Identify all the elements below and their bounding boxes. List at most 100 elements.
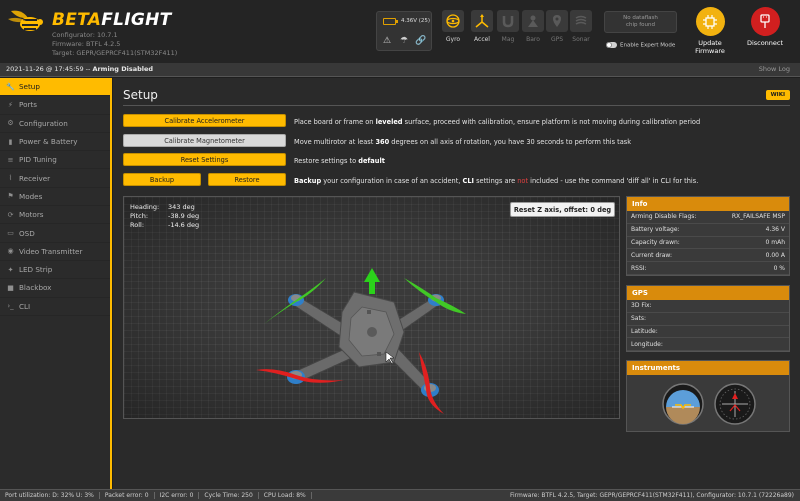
pitch-readout: Pitch: -38.9 deg — [130, 212, 200, 220]
battery-icon — [383, 18, 398, 25]
chip-icon — [695, 7, 725, 36]
battery-indicator: 4.36V (25) ⚠ ☂ 🔗 — [376, 11, 432, 51]
i2c-error: I2C error: 0 — [155, 492, 200, 499]
heading-readout: Heading: 343 deg — [130, 203, 195, 211]
update-firmware-button[interactable]: Update Firmware — [690, 7, 730, 55]
led-icon: ✦ — [7, 265, 14, 274]
configurator-version: Configurator: 10.7.1 — [52, 31, 118, 39]
sidebar-item-receiver[interactable]: ⌇ Receiver — [0, 169, 110, 188]
disconnect-button[interactable]: Disconnect — [745, 7, 785, 47]
info-row-battery-voltage: Battery voltage: 4.36 V — [627, 224, 789, 237]
firmware-version: Firmware: BTFL 4.2.5 — [52, 40, 121, 48]
calibrate-accelerometer-description: Place board or frame on leveled surface,… — [294, 118, 701, 126]
gps-panel: GPS 3D Fix: Sats: Latitude: Longitude: — [626, 285, 790, 353]
attitude-indicator-icon — [662, 383, 704, 425]
status-line: 2021-11-26 @ 17:45:59 -- Arming Disabled — [6, 65, 154, 73]
info-row-current-draw: Current draw: 0.00 A — [627, 249, 789, 263]
packet-error: Packet error: 0 — [100, 492, 155, 499]
cpu-load: CPU Load: 8% — [259, 492, 312, 499]
calibrate-accelerometer-button[interactable]: Calibrate Accelerometer — [123, 114, 286, 127]
sensor-gps: GPS — [545, 10, 569, 50]
gps-panel-title: GPS — [627, 286, 789, 300]
target-info: Target: GEPR/GEPRCF411(STM32F411) — [52, 49, 178, 57]
sidebar-item-video-transmitter[interactable]: ◉ Video Transmitter — [0, 243, 110, 261]
show-log-link[interactable]: Show Log — [759, 65, 790, 73]
pid-icon: ≡ — [7, 155, 14, 164]
instruments-panel: Instruments — [626, 360, 790, 432]
sidebar-item-pid-tuning[interactable]: ≡ PID Tuning — [0, 151, 110, 170]
sidebar-item-setup[interactable]: 🔧 Setup — [0, 78, 110, 97]
info-panel: Info Arming Disable Flags: RX_FAILSAFE MS… — [626, 196, 790, 276]
baro-icon — [522, 10, 544, 32]
warning-icon: ⚠ — [382, 36, 392, 46]
gear-icon: ⚙ — [7, 119, 14, 128]
gps-row-latitude: Latitude: — [627, 326, 789, 339]
header: BETAFLIGHT Configurator: 10.7.1 Firmware… — [0, 0, 800, 63]
sensor-gyro: Gyro — [441, 10, 465, 50]
sensor-sonar: Sonar — [569, 10, 593, 50]
reset-settings-button[interactable]: Reset Settings — [123, 153, 286, 166]
sidebar-item-cli[interactable]: ›_ CLI — [0, 298, 110, 316]
info-row-rssi: RSSI: 0 % — [627, 262, 789, 275]
heading-indicator-icon — [714, 383, 756, 425]
gps-icon — [546, 10, 568, 32]
sidebar-item-led-strip[interactable]: ✦ LED Strip — [0, 261, 110, 280]
cycle-time: Cycle Time: 250 — [199, 492, 259, 499]
brand-logo-text: BETAFLIGHT — [52, 10, 172, 30]
motor-icon: ⟳ — [7, 210, 14, 219]
sidebar-item-modes[interactable]: ⚑ Modes — [0, 188, 110, 207]
sidebar-item-blackbox[interactable]: ■ Blackbox — [0, 279, 110, 298]
sonar-icon — [570, 10, 592, 32]
sidebar-item-osd[interactable]: ▭ OSD — [0, 224, 110, 243]
usb-icon — [750, 7, 780, 36]
sidebar-item-power-battery[interactable]: ▮ Power & Battery — [0, 133, 110, 152]
gps-row-3d-fix: 3D Fix: — [627, 300, 789, 313]
link-icon: 🔗 — [415, 36, 427, 46]
page-title: Setup — [123, 88, 158, 102]
gps-row-sats: Sats: — [627, 313, 789, 326]
sensor-mag: Mag — [496, 10, 520, 50]
vtx-icon: ◉ — [7, 247, 14, 256]
expert-mode-toggle[interactable]: Enable Expert Mode — [606, 42, 675, 49]
app-window: BETAFLIGHT Configurator: 10.7.1 Firmware… — [0, 0, 800, 501]
instruments-panel-title: Instruments — [627, 361, 789, 375]
title-divider — [123, 105, 790, 106]
restore-button[interactable]: Restore — [208, 173, 286, 186]
calibrate-magnetometer-description: Move multirotor at least 360 degrees on … — [294, 138, 632, 146]
info-row-arming-flags: Arming Disable Flags: RX_FAILSAFE MSP — [627, 211, 789, 224]
backup-description: Backup your configuration in case of an … — [294, 177, 699, 185]
calibrate-magnetometer-button[interactable]: Calibrate Magnetometer — [123, 134, 286, 147]
expert-mode-switch[interactable] — [606, 42, 617, 48]
roll-readout: Roll: -14.6 deg — [130, 221, 200, 229]
blackbox-icon: ■ — [7, 283, 14, 292]
backup-button[interactable]: Backup — [123, 173, 201, 186]
quadcopter-model — [256, 268, 466, 414]
modes-icon: ⚑ — [7, 192, 14, 201]
parachute-icon: ☂ — [399, 36, 409, 46]
battery-icon: ▮ — [8, 137, 13, 146]
dataflash-status: No dataflash chip found — [604, 11, 677, 33]
osd-icon: ▭ — [7, 229, 14, 238]
sidebar-item-motors[interactable]: ⟳ Motors — [0, 206, 110, 225]
betaflight-logo-icon — [8, 10, 43, 31]
wrench-icon: 🔧 — [6, 82, 15, 91]
sidebar-item-configuration[interactable]: ⚙ Configuration — [0, 115, 110, 133]
sidebar-nav: 🔧 Setup ⚡ Ports ⚙ Configuration ▮ Power & Ba… — [0, 78, 112, 489]
sidebar-item-ports[interactable]: ⚡ Ports — [0, 96, 110, 115]
info-panel-title: Info — [627, 197, 789, 211]
gyro-icon — [442, 10, 464, 32]
reset-settings-description: Restore settings to default — [294, 157, 385, 165]
connection-status-bar: 2021-11-26 @ 17:45:59 -- Arming Disabled… — [0, 63, 800, 77]
mag-icon — [497, 10, 519, 32]
sensor-baro: Baro — [521, 10, 545, 50]
version-info: Firmware: BTFL 4.2.5, Target: GEPR/GEPRC… — [509, 492, 794, 499]
ports-icon: ⚡ — [8, 100, 13, 109]
footer-status-bar: Port utilization: D: 32% U: 3% Packet er… — [0, 489, 800, 501]
gps-row-longitude: Longitude: — [627, 338, 789, 352]
receiver-icon: ⌇ — [8, 174, 13, 183]
wiki-button[interactable]: WIKI — [765, 90, 790, 100]
cli-icon: ›_ — [7, 302, 14, 311]
accel-icon — [471, 10, 493, 32]
model-view[interactable]: Heading: 343 deg Pitch: -38.9 deg Roll: -14… — [123, 196, 620, 419]
reset-z-axis-button[interactable]: Reset Z axis, offset: 0 deg — [510, 202, 615, 217]
